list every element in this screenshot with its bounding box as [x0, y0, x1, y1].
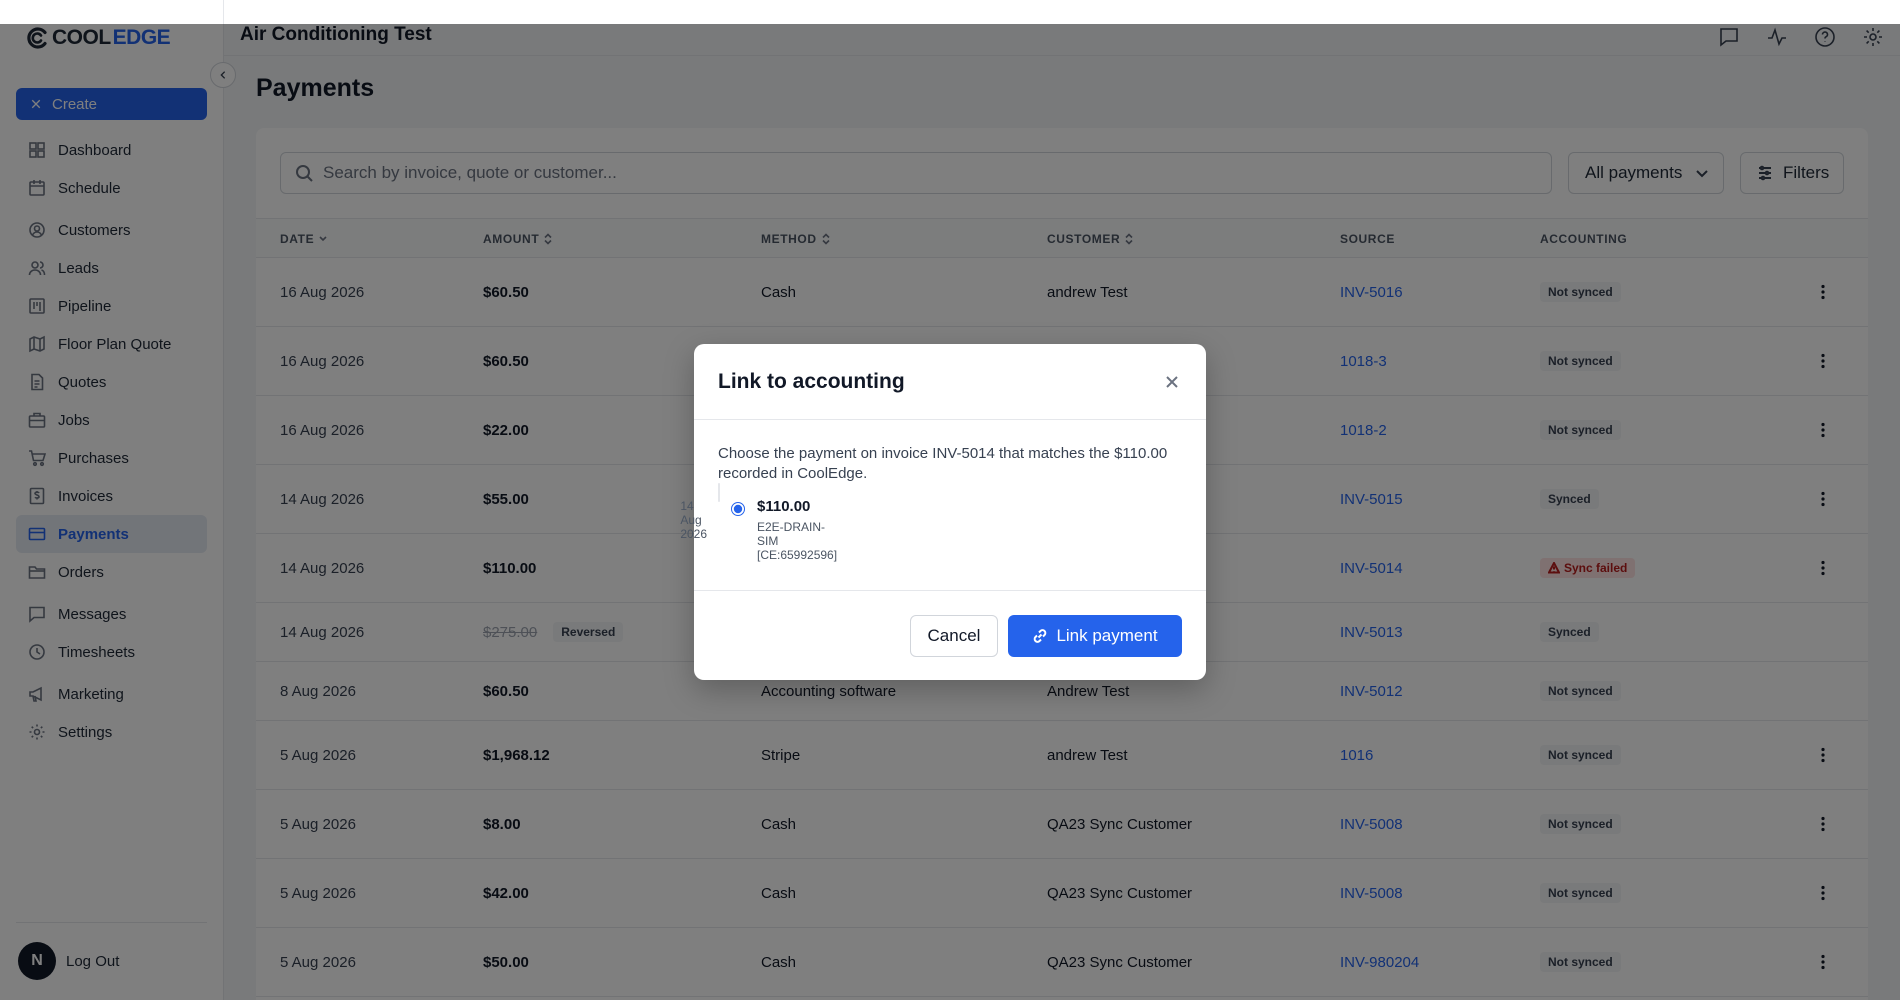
dialog-body: Choose the payment on invoice INV-5014 t… [680, 444, 1182, 562]
dialog-title: Link to accounting [718, 370, 905, 393]
payment-option[interactable]: $110.00 E2E-DRAIN-SIM [CE:65992596] 14 A… [680, 483, 837, 562]
link-accounting-dialog: Link to accounting Choose the payment on… [680, 344, 1206, 680]
link-payment-label: Link payment [1056, 626, 1158, 645]
dialog-header: Link to accounting [694, 344, 1206, 420]
dialog-description: Choose the payment on invoice INV-5014 t… [718, 445, 1168, 482]
link-icon [1034, 629, 1047, 643]
dialog-footer: Cancel Link payment [694, 590, 1206, 680]
link-payment-button[interactable]: Link payment [1008, 615, 1182, 657]
payment-option-radio[interactable] [731, 502, 745, 516]
cancel-button[interactable]: Cancel [910, 615, 998, 657]
option-date: 14 Aug 2026 [680, 499, 708, 541]
top-strip [224, 0, 1900, 24]
option-amount: $110.00 [757, 498, 811, 515]
option-reference: E2E-DRAIN-SIM [CE:65992596] [757, 520, 838, 562]
close-icon [1166, 376, 1178, 388]
close-button[interactable] [1162, 372, 1182, 392]
